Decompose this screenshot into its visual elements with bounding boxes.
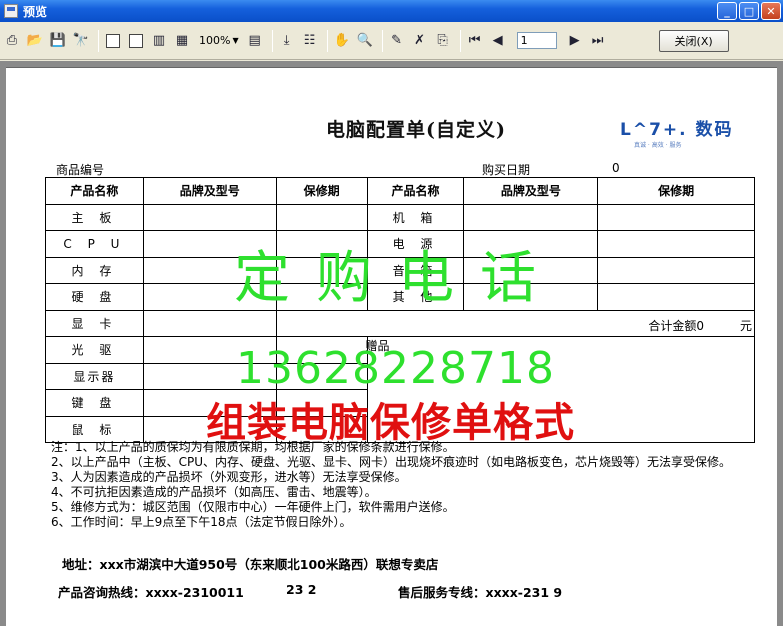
note-line: 6、工作时间：早上9点至下午18点（法定节假日除外）。 <box>51 515 352 529</box>
service-hotline: 售后服务专线：xxxx-231 9 <box>398 585 563 600</box>
item-name: C P U <box>45 230 144 258</box>
item-name: 鼠 标 <box>45 415 144 443</box>
paper-page: 电脑配置单(自定义) L^7+. 数码 真诚 · 高效 · 服务 商品编号 购买… <box>6 67 777 626</box>
note-line: 4、不可抗拒因素造成的产品损坏（如高压、雷击、地震等）。 <box>51 485 377 499</box>
table-header: 产品名称 <box>45 177 144 205</box>
hand-tool-icon[interactable]: ✋ <box>332 31 352 51</box>
two-pages-icon[interactable]: ▥ <box>149 31 169 51</box>
table-header-row: 产品名称 品牌及型号 保修期 产品名称 品牌及型号 保修期 <box>45 177 755 205</box>
note-line: 3、人为因素造成的产品损坏（外观变形，进水等）无法享受保修。 <box>51 470 407 484</box>
last-page-icon[interactable]: ⏭ <box>588 31 608 51</box>
window-title: 预览 <box>23 4 48 19</box>
export-icon[interactable]: ⤓ <box>277 31 297 51</box>
preview-area: 电脑配置单(自定义) L^7+. 数码 真诚 · 高效 · 服务 商品编号 购买… <box>0 61 783 626</box>
purchase-date-label: 购买日期 <box>482 163 531 177</box>
brand-logo: L^7+. 数码 真诚 · 高效 · 服务 <box>620 115 760 155</box>
table-header: 保修期 <box>275 177 368 205</box>
item-name: 键 盘 <box>45 389 144 417</box>
product-hotline: 产品咨询热线：xxxx-2310011 <box>58 585 244 600</box>
item-name: 内 存 <box>45 256 144 284</box>
watermark-caption: 组装电脑保修单格式 <box>206 400 575 446</box>
table-header: 品牌及型号 <box>463 177 599 205</box>
note-line: 5、维修方式为：城区范围（仅限市中心）一年硬件上门，软件需用户送修。 <box>51 500 455 514</box>
item-name: 主 板 <box>45 203 144 231</box>
edit-page-icon[interactable]: ✎ <box>387 31 407 51</box>
first-page-icon[interactable]: ⏮ <box>465 31 485 51</box>
purchase-date-value: 0 <box>612 161 620 175</box>
toolbar: ⎙ 📂 💾 🔭 ▥ ▦ 100% ▼ ▤ ⤓ ☷ ✋ 🔍 ✎ ✗ ⎘ ⏮ ◀ 1… <box>0 22 783 60</box>
table-header: 产品名称 <box>366 177 465 205</box>
table-header: 品牌及型号 <box>142 177 277 205</box>
app-icon <box>4 4 18 18</box>
store-address: 地址：xxx市湖滨中大道950号（东来顺北100米路西）联想专卖店 <box>62 557 439 572</box>
page-setup-icon[interactable]: ▤ <box>245 31 265 51</box>
notes-block: 注：1、以上产品的质保均为有限质保期，均根据厂家的保修条款进行保修。 2、以上产… <box>51 440 763 530</box>
close-window-button[interactable]: ✕ <box>761 2 781 20</box>
save-icon[interactable]: 💾 <box>48 31 68 51</box>
copy-page-icon[interactable]: ⎘ <box>433 31 453 51</box>
one-page-icon[interactable] <box>103 31 123 51</box>
print-icon[interactable]: ⎙ <box>2 31 22 51</box>
delete-page-icon[interactable]: ✗ <box>410 31 430 51</box>
zoom-select[interactable]: 100% <box>199 34 230 47</box>
item-name: 显 卡 <box>45 309 144 337</box>
logo-subtitle: 真诚 · 高效 · 服务 <box>634 142 682 149</box>
page-number-input[interactable]: 1 <box>516 32 557 49</box>
maximize-button[interactable]: □ <box>739 2 759 20</box>
open-folder-icon[interactable]: 📂 <box>25 31 45 51</box>
prev-page-icon[interactable]: ◀ <box>488 31 508 51</box>
hotline-extra: 23 2 <box>286 582 317 597</box>
total-amount-label: 合计金额0 <box>648 318 704 333</box>
zoom-in-icon[interactable]: 🔍 <box>355 31 375 51</box>
logo-text: L^7+. 数码 <box>620 120 734 140</box>
page-width-icon[interactable] <box>126 31 146 51</box>
watermark-order-phone: 定购电话 <box>234 246 562 311</box>
note-line: 2、以上产品中（主板、CPU、内存、硬盘、光驱、显卡、网卡）出现烧坏痕迹时（如电… <box>51 455 732 469</box>
window-titlebar: 预览 _ □ ✕ <box>0 0 783 22</box>
table-header: 保修期 <box>597 177 755 205</box>
total-unit: 元 <box>739 318 752 333</box>
document-title: 电脑配置单(自定义) <box>326 119 506 141</box>
minimize-button[interactable]: _ <box>717 2 737 20</box>
item-name: 硬 盘 <box>45 283 144 311</box>
product-no-label: 商品编号 <box>56 163 105 177</box>
item-name: 显示器 <box>45 362 144 390</box>
outline-icon[interactable]: ☷ <box>300 31 320 51</box>
watermark-phone-number: 13628228718 <box>236 343 555 394</box>
find-icon[interactable]: 🔭 <box>71 31 91 51</box>
item-name: 机 箱 <box>366 203 465 231</box>
item-name: 光 驱 <box>45 336 144 364</box>
close-preview-button[interactable]: 关闭(X) <box>658 29 729 52</box>
four-pages-icon[interactable]: ▦ <box>172 31 192 51</box>
table-row: 主 板 机 箱 <box>45 203 755 231</box>
next-page-icon[interactable]: ▶ <box>565 31 585 51</box>
chevron-down-icon[interactable]: ▼ <box>232 36 238 45</box>
